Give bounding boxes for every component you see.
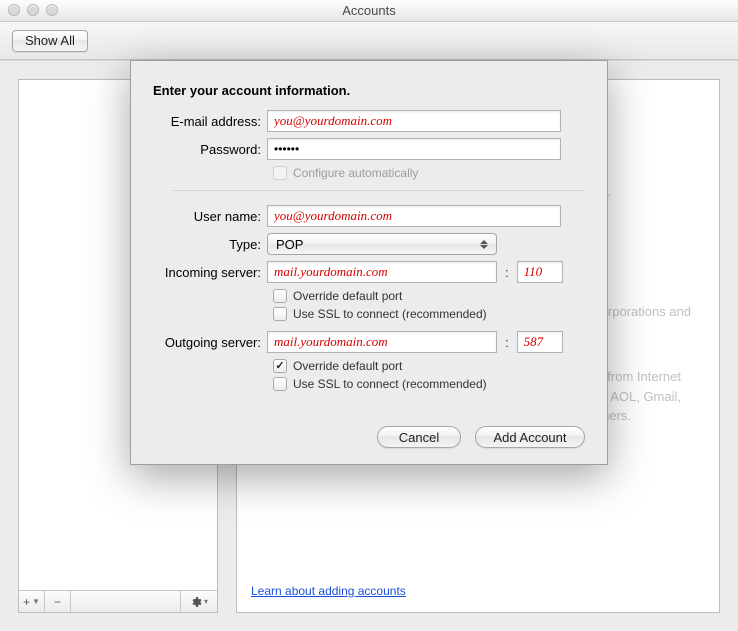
- password-label: Password:: [153, 142, 267, 157]
- incoming-ssl-checkbox[interactable]: [273, 307, 287, 321]
- divider: [173, 190, 585, 191]
- configure-auto-row[interactable]: Configure automatically: [273, 166, 585, 180]
- zoom-icon[interactable]: [46, 4, 58, 16]
- outgoing-label: Outgoing server:: [153, 335, 267, 350]
- username-label: User name:: [153, 209, 267, 224]
- window-controls: [8, 4, 58, 16]
- port-separator: :: [497, 335, 517, 350]
- email-field[interactable]: [267, 110, 561, 132]
- add-account-dialog: Enter your account information. E-mail a…: [130, 60, 608, 465]
- incoming-override-row[interactable]: Override default port: [273, 289, 585, 303]
- type-value: POP: [276, 237, 303, 252]
- toolbar: Show All: [0, 22, 738, 60]
- username-field[interactable]: [267, 205, 561, 227]
- window-title: Accounts: [0, 0, 738, 22]
- plus-icon: +: [23, 595, 30, 609]
- email-label: E-mail address:: [153, 114, 267, 129]
- sidebar-footer: +▼ − ▾: [19, 590, 217, 612]
- outgoing-override-label: Override default port: [293, 359, 402, 373]
- chevron-down-icon: ▾: [204, 597, 208, 606]
- configure-auto-checkbox[interactable]: [273, 166, 287, 180]
- incoming-ssl-row[interactable]: Use SSL to connect (recommended): [273, 307, 585, 321]
- add-account-button[interactable]: Add Account: [475, 426, 585, 448]
- type-label: Type:: [153, 237, 267, 252]
- configure-auto-label: Configure automatically: [293, 166, 418, 180]
- sidebar-footer-spacer: [71, 591, 181, 612]
- port-separator: :: [497, 265, 517, 280]
- incoming-override-label: Override default port: [293, 289, 402, 303]
- outgoing-port-field[interactable]: [517, 331, 563, 353]
- gear-icon: [190, 596, 202, 608]
- minimize-icon[interactable]: [27, 4, 39, 16]
- remove-account-button[interactable]: −: [45, 591, 71, 612]
- outgoing-override-checkbox[interactable]: [273, 359, 287, 373]
- minus-icon: −: [54, 595, 61, 609]
- titlebar: Accounts: [0, 0, 738, 22]
- show-all-button[interactable]: Show All: [12, 30, 88, 52]
- incoming-override-checkbox[interactable]: [273, 289, 287, 303]
- chevron-down-icon: ▼: [32, 597, 40, 606]
- cancel-button[interactable]: Cancel: [377, 426, 461, 448]
- add-account-button[interactable]: +▼: [19, 591, 45, 612]
- outgoing-ssl-row[interactable]: Use SSL to connect (recommended): [273, 377, 585, 391]
- updown-icon: [477, 235, 491, 253]
- incoming-server-field[interactable]: [267, 261, 497, 283]
- incoming-port-field[interactable]: [517, 261, 563, 283]
- password-field[interactable]: [267, 138, 561, 160]
- dialog-title: Enter your account information.: [153, 83, 585, 98]
- incoming-ssl-label: Use SSL to connect (recommended): [293, 307, 487, 321]
- outgoing-ssl-label: Use SSL to connect (recommended): [293, 377, 487, 391]
- outgoing-server-field[interactable]: [267, 331, 497, 353]
- type-select[interactable]: POP: [267, 233, 497, 255]
- close-icon[interactable]: [8, 4, 20, 16]
- outgoing-ssl-checkbox[interactable]: [273, 377, 287, 391]
- outgoing-override-row[interactable]: Override default port: [273, 359, 585, 373]
- learn-link[interactable]: Learn about adding accounts: [251, 584, 406, 598]
- incoming-label: Incoming server:: [153, 265, 267, 280]
- sidebar-actions-button[interactable]: ▾: [181, 591, 217, 612]
